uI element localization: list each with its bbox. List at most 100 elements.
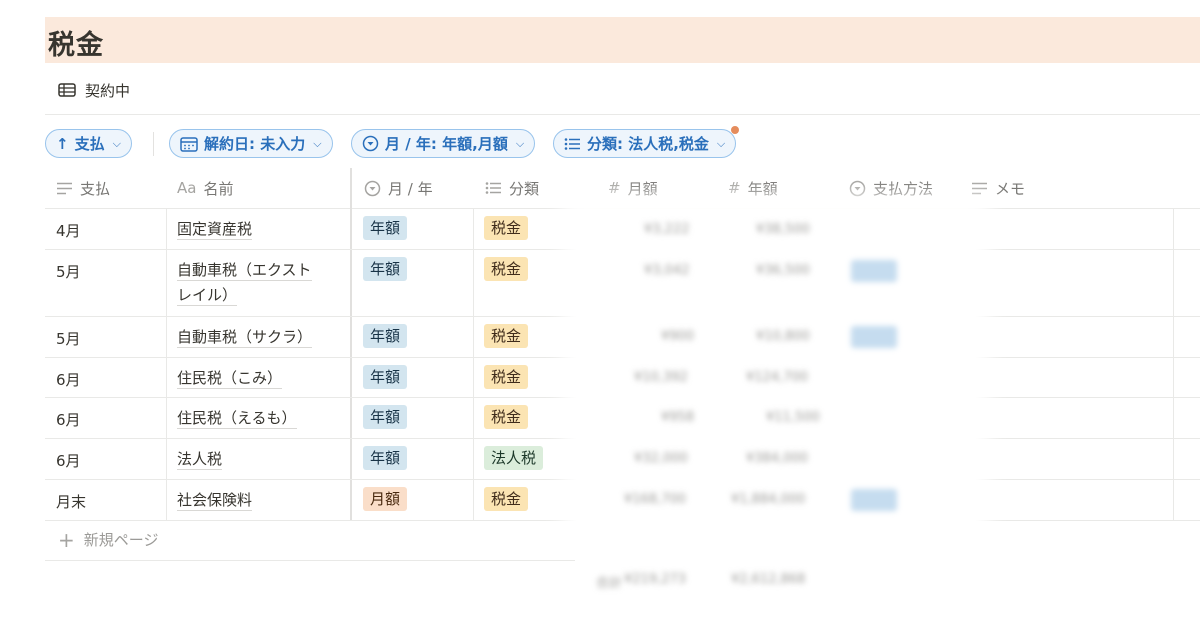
list-icon <box>564 137 580 150</box>
pay-cell[interactable]: 月末 <box>56 491 86 512</box>
plus-icon: + <box>58 527 75 552</box>
column-header-yearly[interactable]: # 年額 <box>728 168 778 208</box>
unsaved-indicator <box>731 126 740 134</box>
arrow-up-icon: ↑ <box>56 134 69 153</box>
monthly-cell: ¥168,700 <box>624 492 687 507</box>
period-tag[interactable]: 年額 <box>363 365 408 389</box>
filter-chip-category[interactable]: 分類: 法人税,税金 ⌵ <box>553 126 740 158</box>
name-cell[interactable]: 自動車税（エクスト レイル） <box>177 258 312 308</box>
pay-cell[interactable]: 4月 <box>56 220 81 241</box>
column-header-method[interactable]: 支払方法 <box>849 168 933 208</box>
divider <box>473 209 474 521</box>
yearly-cell: ¥384,000 <box>746 451 809 466</box>
number-icon: # <box>608 179 621 197</box>
sort-chip-label: 支払 <box>74 135 105 153</box>
chevron-down-icon: ⌵ <box>313 136 322 150</box>
select-icon <box>362 135 379 152</box>
column-header-period[interactable]: 月 / 年 <box>364 168 433 208</box>
yearly-cell: ¥38,500 <box>756 222 810 237</box>
period-tag[interactable]: 月額 <box>363 487 408 511</box>
yearly-cell: ¥1,884,000 <box>731 492 806 507</box>
payment-method-tag <box>851 260 897 282</box>
monthly-cell: ¥10,392 <box>634 370 688 385</box>
filter-chip-period[interactable]: 月 / 年: 年額,月額 ⌵ <box>351 129 536 158</box>
column-header-label: 分類 <box>509 179 540 198</box>
text-lines-icon <box>972 182 987 194</box>
period-tag[interactable]: 年額 <box>363 257 408 281</box>
new-page-label: 新規ページ <box>83 531 159 549</box>
period-tag[interactable]: 年額 <box>363 446 408 470</box>
pay-cell[interactable]: 5月 <box>56 261 81 282</box>
name-cell[interactable]: 住民税（えるも） <box>177 406 297 431</box>
pay-cell[interactable]: 5月 <box>56 328 81 349</box>
period-tag[interactable]: 年額 <box>363 324 408 348</box>
column-header-label: 年額 <box>747 179 778 198</box>
calendar-icon <box>180 136 198 152</box>
name-cell[interactable]: 固定資産税 <box>177 217 253 242</box>
title-property-icon: Aa <box>177 179 197 197</box>
filter-chip-label: 解約日: 未入力 <box>204 135 306 153</box>
payment-method-tag <box>851 326 897 348</box>
monthly-cell: ¥3,042 <box>644 263 690 278</box>
column-header-monthly[interactable]: # 月額 <box>608 168 658 208</box>
redacted-area: ¥3,222 ¥38,500 ¥3,042 ¥36,500 ¥900 ¥10,8… <box>576 210 976 600</box>
page-title[interactable]: 税金 <box>48 23 104 62</box>
column-header-label: 月額 <box>627 179 658 198</box>
category-tag[interactable]: 税金 <box>484 487 529 511</box>
frozen-column-divider <box>350 168 352 521</box>
pay-cell[interactable]: 6月 <box>56 409 81 430</box>
view-name: 契約中 <box>85 81 131 100</box>
filter-chip-cancel-date[interactable]: 解約日: 未入力 ⌵ <box>169 129 333 158</box>
yearly-cell: ¥10,800 <box>756 329 810 344</box>
category-tag[interactable]: 税金 <box>484 257 529 281</box>
monthly-cell: ¥3,222 <box>644 222 690 237</box>
category-tag[interactable]: 税金 <box>484 216 529 240</box>
category-tag[interactable]: 法人税 <box>484 446 544 470</box>
totals-label: 合計 <box>596 576 623 591</box>
payment-method-tag <box>851 489 897 511</box>
view-tab[interactable]: 契約中 <box>58 78 130 102</box>
column-header-label: 支払 <box>80 179 111 198</box>
divider <box>153 132 154 156</box>
new-page-button[interactable]: + 新規ページ <box>58 529 158 550</box>
name-cell[interactable]: 自動車税（サクラ） <box>177 325 313 350</box>
monthly-cell: ¥32,000 <box>634 451 688 466</box>
monthly-cell: ¥958 <box>661 410 695 425</box>
column-header-label: 名前 <box>203 179 234 198</box>
pay-cell[interactable]: 6月 <box>56 450 81 471</box>
table-icon <box>58 83 76 97</box>
category-tag[interactable]: 税金 <box>484 324 529 348</box>
yearly-cell: ¥124,700 <box>746 370 809 385</box>
period-tag[interactable]: 年額 <box>363 405 408 429</box>
totals-yearly: ¥2,612,868 <box>731 572 806 587</box>
period-tag[interactable]: 年額 <box>363 216 408 240</box>
select-icon <box>364 180 381 196</box>
filter-chip-label: 月 / 年: 年額,月額 <box>385 135 508 153</box>
yearly-cell: ¥11,500 <box>766 410 820 425</box>
column-header-label: メモ <box>995 179 1026 198</box>
text-lines-icon <box>57 182 72 194</box>
name-cell[interactable]: 社会保険料 <box>177 488 253 513</box>
select-icon <box>849 180 866 196</box>
divider <box>1173 209 1174 521</box>
chevron-down-icon: ⌵ <box>112 136 121 150</box>
name-cell[interactable]: 住民税（こみ） <box>177 366 283 391</box>
name-cell[interactable]: 法人税 <box>177 447 223 472</box>
chevron-down-icon: ⌵ <box>515 136 525 150</box>
divider <box>45 560 575 561</box>
column-header-label: 支払方法 <box>873 179 934 198</box>
yearly-cell: ¥36,500 <box>756 263 810 278</box>
totals-monthly: ¥219,273 <box>624 572 687 587</box>
column-header-name[interactable]: Aa 名前 <box>177 168 233 208</box>
pay-cell[interactable]: 6月 <box>56 369 81 390</box>
chevron-down-icon: ⌵ <box>716 136 726 150</box>
column-header-memo[interactable]: メモ <box>971 168 1025 208</box>
page-header: 税金 <box>45 17 1200 63</box>
column-header-category[interactable]: 分類 <box>485 168 539 208</box>
column-header-pay[interactable]: 支払 <box>56 168 110 208</box>
category-tag[interactable]: 税金 <box>484 365 529 389</box>
divider <box>45 208 1200 209</box>
category-tag[interactable]: 税金 <box>484 405 529 429</box>
sort-chip[interactable]: ↑ 支払 ⌵ <box>45 129 132 158</box>
divider <box>45 114 1200 115</box>
